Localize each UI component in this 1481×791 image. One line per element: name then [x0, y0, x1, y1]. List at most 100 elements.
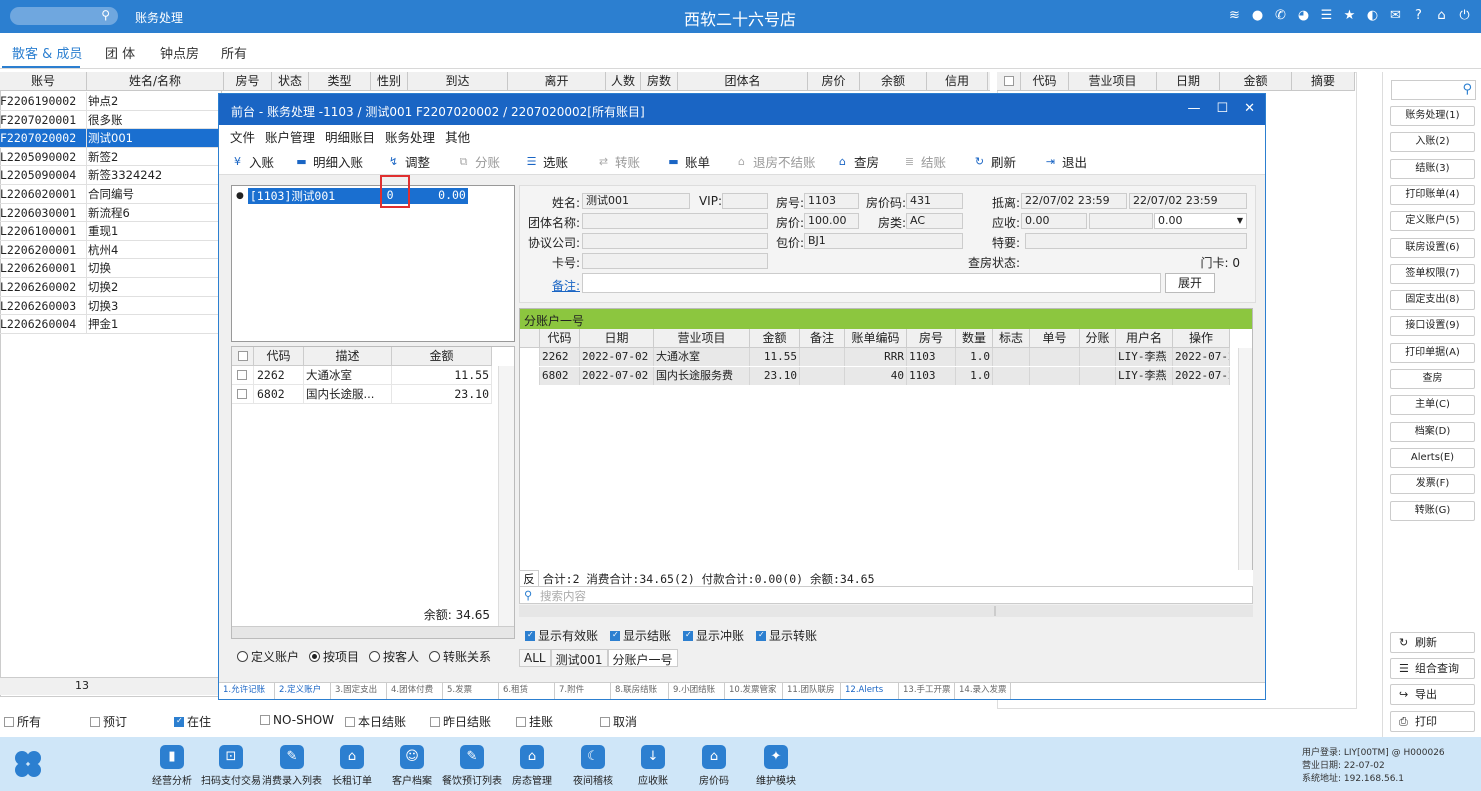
- home-icon[interactable]: ⌂: [1433, 7, 1450, 24]
- filter-checkbox[interactable]: [430, 716, 440, 727]
- toolbar-button[interactable]: ⇥ 退出: [1044, 152, 1087, 171]
- company-field[interactable]: [582, 233, 768, 249]
- function-tab[interactable]: 4.团体付费: [387, 683, 443, 699]
- table-row[interactable]: L2206200001 杭州4: [0, 240, 218, 260]
- table-row[interactable]: L2206100001 重现1: [0, 222, 218, 241]
- table-row[interactable]: L2206020001 合同编号: [0, 185, 218, 204]
- note-link[interactable]: 备注:: [520, 277, 580, 294]
- expand-button[interactable]: 展开: [1165, 273, 1215, 293]
- tab-guests[interactable]: 散客 & 成员: [12, 43, 82, 62]
- view-mode-radio[interactable]: 转账关系: [429, 646, 491, 666]
- table-row[interactable]: 2262 大通冰室 11.55: [232, 366, 492, 385]
- grid-column-header[interactable]: 标志: [993, 329, 1030, 347]
- function-tab[interactable]: 5.发票: [443, 683, 499, 699]
- display-option[interactable]: 显示结账: [610, 627, 671, 644]
- dock-item[interactable]: ⌂ 长租订单: [322, 745, 382, 787]
- grid-column-header[interactable]: 金额: [750, 329, 800, 347]
- view-mode-radio[interactable]: 按客人: [369, 646, 419, 666]
- sidebar-button[interactable]: 固定支出(8): [1390, 290, 1475, 311]
- col-balance[interactable]: 余额: [860, 72, 927, 90]
- sidebar-button[interactable]: 查房: [1390, 369, 1475, 389]
- toolbar-button[interactable]: ⇄ 转账: [597, 152, 640, 171]
- function-tab[interactable]: 8.联房结账: [611, 683, 669, 699]
- print-button[interactable]: ⎙ 打印: [1390, 711, 1475, 732]
- filter-checkbox[interactable]: [4, 716, 14, 727]
- filter-option[interactable]: 取消: [600, 713, 637, 730]
- rate-code-field[interactable]: 431: [906, 193, 963, 209]
- tab-group[interactable]: 团 体: [105, 43, 135, 62]
- filter-checkbox[interactable]: [90, 716, 100, 727]
- col-group[interactable]: 团体名: [678, 72, 808, 90]
- col-status[interactable]: 状态: [272, 72, 309, 90]
- view-mode-radio[interactable]: 定义账户: [237, 646, 299, 666]
- special-field[interactable]: [1025, 233, 1247, 249]
- sidebar-button[interactable]: 联房设置(6): [1390, 237, 1475, 258]
- row-checkbox[interactable]: [232, 385, 254, 403]
- option-checkbox[interactable]: [525, 630, 535, 641]
- departure-field[interactable]: 22/07/02 23:59: [1129, 193, 1247, 209]
- row-checkbox[interactable]: [232, 366, 254, 384]
- sidebar-button[interactable]: 签单权限(7): [1390, 263, 1475, 284]
- name-field[interactable]: 测试001: [582, 193, 690, 209]
- sidebar-button[interactable]: 档案(D): [1390, 421, 1475, 442]
- help-icon[interactable]: ?: [1410, 7, 1427, 24]
- dock-item[interactable]: ✎ 餐饮预订列表: [442, 745, 502, 787]
- table-row[interactable]: F2207020001 很多账: [0, 110, 218, 130]
- filter-option[interactable]: 挂账: [516, 713, 553, 730]
- col-code[interactable]: 代码: [1021, 72, 1069, 90]
- table-row[interactable]: F2206190002 钟点2: [0, 92, 218, 111]
- filter-checkbox[interactable]: [600, 716, 610, 727]
- row-selector[interactable]: [520, 348, 540, 366]
- v-scrollbar[interactable]: [498, 366, 514, 626]
- radio-circle[interactable]: [237, 650, 248, 662]
- function-tab[interactable]: 14.录入发票: [955, 683, 1011, 699]
- rate-field[interactable]: 100.00: [804, 213, 859, 229]
- menu-account[interactable]: 账户管理: [254, 125, 315, 145]
- col-summary[interactable]: 摘要: [1292, 72, 1355, 90]
- grid-column-header[interactable]: 备注: [800, 329, 845, 347]
- row-selector[interactable]: [520, 367, 540, 385]
- grid-column-header[interactable]: 日期: [580, 329, 654, 347]
- col-type[interactable]: 类型: [309, 72, 371, 90]
- grid-h-scrollbar[interactable]: [519, 605, 1253, 617]
- filter-option[interactable]: 昨日结账: [430, 713, 491, 730]
- dock-item[interactable]: ✎ 消费录入列表: [262, 745, 322, 787]
- vip-field[interactable]: [722, 193, 768, 209]
- table-row[interactable]: L2206260004 押金1: [0, 315, 218, 334]
- sidebar-button[interactable]: 打印单据(A): [1390, 342, 1475, 363]
- group-field[interactable]: [582, 213, 768, 229]
- dock-item[interactable]: ⌂ 房价码: [684, 745, 744, 787]
- filter-checkbox[interactable]: [174, 716, 184, 727]
- option-checkbox[interactable]: [610, 630, 621, 641]
- arrival-field[interactable]: 22/07/02 23:59: [1021, 193, 1127, 209]
- col-code[interactable]: 代码: [254, 347, 304, 365]
- table-row[interactable]: L2206260001 切换: [0, 259, 218, 278]
- col-amount[interactable]: 金额: [392, 347, 492, 365]
- table-row[interactable]: L2206030001 新流程6: [0, 203, 218, 223]
- tree-node[interactable]: ● [1103]测试001 0 0.00: [236, 188, 468, 204]
- grid-column-header[interactable]: 数量: [956, 329, 993, 347]
- room-field[interactable]: 1103: [804, 193, 859, 209]
- radio-circle[interactable]: [369, 650, 381, 662]
- dock-item[interactable]: ↓ 应收账: [623, 745, 683, 787]
- grid-v-scrollbar[interactable]: [1238, 348, 1252, 573]
- display-option[interactable]: 显示冲账: [683, 627, 744, 644]
- filter-checkbox[interactable]: [260, 715, 270, 725]
- grid-column-header[interactable]: 分账: [1080, 329, 1116, 347]
- app-logo[interactable]: [13, 749, 43, 779]
- mail-icon[interactable]: ✉: [1387, 7, 1404, 24]
- wifi-icon[interactable]: ≋: [1226, 7, 1243, 24]
- dock-item[interactable]: ✦ 维护模块: [746, 745, 806, 787]
- col-gender[interactable]: 性别: [371, 72, 408, 90]
- filter-option[interactable]: 所有: [4, 713, 41, 730]
- sidebar-button[interactable]: 定义账户(5): [1390, 211, 1475, 232]
- col-date[interactable]: 日期: [1157, 72, 1220, 90]
- dock-item[interactable]: ☾ 夜间稽核: [563, 745, 623, 787]
- filter-option[interactable]: 在住: [174, 713, 211, 730]
- close-icon[interactable]: ✕: [1244, 101, 1255, 116]
- display-option[interactable]: 显示转账: [756, 627, 817, 644]
- select-all-checkbox[interactable]: [997, 72, 1021, 90]
- filter-option[interactable]: NO-SHOW: [260, 713, 334, 727]
- checkbox-header[interactable]: [232, 347, 254, 365]
- function-tab[interactable]: 3.固定支出: [331, 683, 387, 699]
